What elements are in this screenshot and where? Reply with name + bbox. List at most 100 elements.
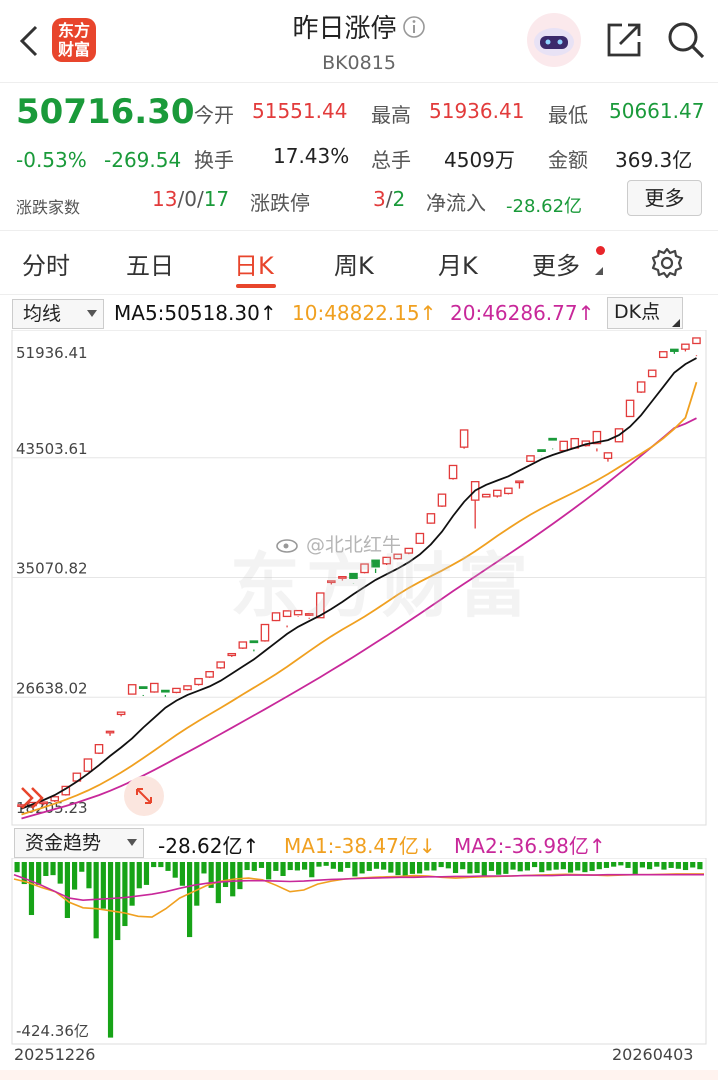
limit-up-count: 3	[373, 187, 386, 211]
y-tick-label: 35070.82	[16, 560, 88, 578]
chevron-down-icon	[87, 310, 97, 317]
tab-monthly-k[interactable]: 月K	[438, 246, 478, 281]
flow-bar	[589, 862, 595, 871]
candle-body	[249, 640, 259, 644]
flow-bar	[14, 862, 20, 873]
flow-bar	[417, 862, 423, 874]
flow-bar	[388, 862, 394, 873]
flow-bar	[596, 862, 602, 870]
flow-bar	[352, 862, 358, 877]
top-bar: 东方财富 昨日涨停 BK0815	[0, 0, 718, 83]
capital-flow-chart[interactable]: -424.36亿	[0, 858, 718, 1048]
flow-bar	[222, 862, 229, 888]
flow-bar	[57, 862, 63, 884]
flow-bar	[438, 862, 444, 868]
tab-daily-k[interactable]: 日K	[234, 246, 274, 281]
breadth-down: 17	[203, 187, 230, 211]
flow-selector[interactable]: 资金趋势	[14, 828, 144, 858]
low-value: 50661.47	[609, 99, 705, 123]
flow-bar	[553, 862, 559, 870]
flow-bar	[625, 862, 631, 868]
flow-bar	[445, 862, 451, 869]
flow-bar	[517, 862, 523, 872]
flow-bar	[287, 862, 293, 871]
netflow-label: 净流入	[426, 191, 486, 215]
divider	[0, 294, 718, 295]
flow-bar	[546, 862, 552, 871]
flow-bar	[107, 862, 114, 1038]
candle-body	[625, 399, 635, 418]
search-icon[interactable]	[666, 20, 706, 60]
amount-value: 369.3亿	[615, 148, 693, 172]
current-price: 50716.30	[16, 92, 195, 132]
candle-body	[548, 437, 557, 441]
candle-body	[105, 730, 115, 734]
flow-bar	[28, 862, 35, 916]
active-tab-indicator	[236, 284, 276, 288]
flow-bar	[273, 862, 279, 871]
high-value: 51936.41	[429, 99, 525, 123]
flow-bar	[690, 862, 696, 868]
dropdown-corner-icon	[672, 319, 680, 327]
flow-bar	[654, 862, 660, 867]
change-percent: -0.53%	[16, 148, 87, 172]
flow-bar	[481, 862, 487, 876]
flow-bar	[639, 862, 645, 868]
flow-bar	[539, 862, 545, 873]
candle-body	[647, 369, 657, 378]
expand-chart-button[interactable]	[124, 776, 164, 816]
flow-bar	[409, 862, 415, 874]
tab-intraday[interactable]: 分时	[22, 246, 70, 281]
limit-label: 涨跌停	[250, 191, 310, 215]
flow-bar	[323, 862, 329, 866]
candle-body	[504, 487, 513, 495]
y-tick-label: 43503.61	[16, 440, 88, 458]
flow-bar	[129, 862, 135, 906]
robot-avatar-icon[interactable]	[526, 12, 582, 68]
bottom-bar	[0, 1070, 718, 1080]
tab-five-day[interactable]: 五日	[126, 246, 174, 281]
flow-bar	[86, 862, 92, 889]
flow-bar	[452, 862, 459, 874]
candle-body	[526, 455, 535, 463]
tab-more[interactable]: 更多	[532, 246, 580, 281]
flow-bar	[603, 862, 610, 868]
ma5-readout: MA5:50518.30↑	[114, 301, 277, 325]
candle-body	[138, 686, 148, 690]
flow-bar	[179, 862, 185, 886]
change-amount: -269.54	[104, 148, 182, 172]
candle-body	[481, 493, 491, 498]
low-label: 最低	[548, 103, 588, 127]
flow-bar	[474, 862, 480, 874]
flow-bar	[431, 862, 437, 871]
flow-bar	[682, 862, 689, 871]
x-start-label: 20251226	[14, 1045, 96, 1064]
candle-body	[238, 641, 248, 649]
flow-bar	[359, 862, 365, 874]
flow-bar	[496, 862, 502, 875]
flow-bar	[122, 862, 128, 927]
flow-bar	[337, 862, 344, 872]
candle-body	[205, 671, 214, 678]
candle-body	[150, 682, 159, 693]
flow-bar	[115, 862, 121, 941]
limit-values: 3/2	[373, 187, 406, 211]
tab-weekly-k[interactable]: 周K	[334, 246, 374, 281]
candle-body	[426, 513, 436, 524]
breadth-values: 13/0/17	[152, 187, 230, 211]
double-chevron-icon	[21, 787, 44, 809]
candle-body	[227, 652, 237, 657]
gear-icon[interactable]	[650, 246, 684, 280]
open-label: 今开	[194, 103, 234, 127]
flow-bar	[460, 862, 466, 870]
candle-body	[658, 351, 668, 359]
flow-bar	[488, 862, 495, 871]
more-button[interactable]: 更多	[627, 180, 702, 216]
info-icon[interactable]	[402, 15, 426, 39]
ma10-readout: 10:48822.15↑	[292, 301, 437, 325]
flow-ma1: MA1:-38.47亿↓	[284, 834, 436, 858]
share-icon[interactable]	[604, 20, 644, 60]
turnover-label: 换手	[194, 148, 234, 172]
candle-body	[636, 381, 646, 393]
flow-bar	[143, 862, 150, 885]
